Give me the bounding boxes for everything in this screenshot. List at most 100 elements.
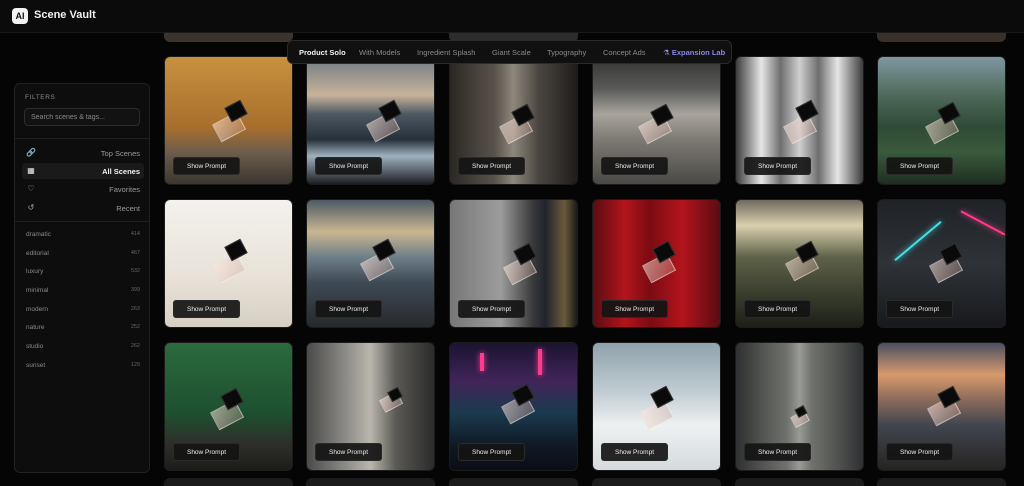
show-prompt-button[interactable]: Show Prompt xyxy=(173,157,240,175)
search-input[interactable] xyxy=(24,108,140,126)
scene-card[interactable]: Show Prompt xyxy=(592,56,721,185)
card-peek-top xyxy=(877,32,1006,42)
scene-card[interactable]: Show Prompt xyxy=(164,56,293,185)
show-prompt-button[interactable]: Show Prompt xyxy=(173,300,240,318)
card-peek-bottom xyxy=(164,478,293,486)
scene-card[interactable]: Show Prompt xyxy=(164,199,293,328)
tab-expansion-lab-label: Expansion Lab xyxy=(671,48,726,57)
tag-minimal[interactable]: minimal 399 xyxy=(26,285,140,297)
scene-card[interactable]: Show Prompt xyxy=(306,199,435,328)
tag-count: 414 xyxy=(130,231,140,237)
show-prompt-button[interactable]: Show Prompt xyxy=(601,157,668,175)
tab-concept-ads[interactable]: Concept Ads xyxy=(603,48,646,57)
filters-heading: FILTERS xyxy=(25,94,56,101)
tab-typography[interactable]: Typography xyxy=(547,48,586,57)
tag-name: editorial xyxy=(26,250,49,257)
scene-card[interactable]: Show Prompt xyxy=(735,342,864,471)
scene-card[interactable]: Show Prompt xyxy=(449,56,578,185)
scene-card[interactable]: Show Prompt xyxy=(877,56,1006,185)
tag-count: 129 xyxy=(130,362,140,368)
show-prompt-button[interactable]: Show Prompt xyxy=(886,157,953,175)
scene-card[interactable]: Show Prompt xyxy=(449,342,578,471)
tag-name: luxury xyxy=(26,268,44,275)
neon-light xyxy=(538,349,542,375)
show-prompt-button[interactable]: Show Prompt xyxy=(744,300,811,318)
heart-icon: ♡ xyxy=(27,184,35,193)
app-title: Scene Vault xyxy=(34,9,96,21)
tag-name: studio xyxy=(26,343,44,350)
card-peek-bottom xyxy=(877,478,1006,486)
tab-product-solo[interactable]: Product Solo xyxy=(299,48,346,57)
tag-sunset[interactable]: sunset 129 xyxy=(26,360,140,372)
tab-ingredient-splash[interactable]: Ingredient Splash xyxy=(417,48,475,57)
card-peek-top xyxy=(164,32,293,42)
fire-icon: 🔗 xyxy=(26,148,36,157)
tag-name: dramatic xyxy=(26,231,51,238)
tag-name: minimal xyxy=(26,287,49,294)
scene-card[interactable]: Show Prompt xyxy=(306,342,435,471)
show-prompt-button[interactable]: Show Prompt xyxy=(744,443,811,461)
tag-name: sunset xyxy=(26,362,46,369)
show-prompt-button[interactable]: Show Prompt xyxy=(886,300,953,318)
tag-name: nature xyxy=(26,324,45,331)
nav-recent[interactable]: ↺ Recent xyxy=(22,200,144,216)
tag-dramatic[interactable]: dramatic 414 xyxy=(26,229,140,241)
show-prompt-button[interactable]: Show Prompt xyxy=(315,300,382,318)
show-prompt-button[interactable]: Show Prompt xyxy=(458,300,525,318)
scene-card[interactable]: Show Prompt xyxy=(592,342,721,471)
nav-label: Recent xyxy=(116,204,140,213)
nav-label: All Scenes xyxy=(102,167,140,176)
nav-favorites[interactable]: ♡ Favorites xyxy=(22,181,144,197)
show-prompt-button[interactable]: Show Prompt xyxy=(458,157,525,175)
show-prompt-button[interactable]: Show Prompt xyxy=(886,443,953,461)
show-prompt-button[interactable]: Show Prompt xyxy=(601,300,668,318)
tag-luxury[interactable]: luxury 532 xyxy=(26,266,140,278)
show-prompt-button[interactable]: Show Prompt xyxy=(173,443,240,461)
tag-editorial[interactable]: editorial 467 xyxy=(26,248,140,260)
grid-icon: ▦ xyxy=(27,166,35,175)
show-prompt-button[interactable]: Show Prompt xyxy=(458,443,525,461)
show-prompt-button[interactable]: Show Prompt xyxy=(315,443,382,461)
tab-with-models[interactable]: With Models xyxy=(359,48,400,57)
show-prompt-button[interactable]: Show Prompt xyxy=(601,443,668,461)
tab-expansion-lab[interactable]: ⚗ Expansion Lab xyxy=(663,48,725,57)
divider xyxy=(15,138,149,139)
nav-label: Favorites xyxy=(109,185,140,194)
card-peek-bottom xyxy=(449,478,578,486)
show-prompt-button[interactable]: Show Prompt xyxy=(744,157,811,175)
tag-nature[interactable]: nature 252 xyxy=(26,322,140,334)
category-tabs: Product Solo With Models Ingredient Spla… xyxy=(287,40,732,64)
scene-card[interactable]: Show Prompt xyxy=(877,199,1006,328)
card-peek-bottom xyxy=(735,478,864,486)
scene-grid: Show Prompt Show Prompt Show Prompt Show… xyxy=(0,0,1024,486)
scene-card[interactable]: Show Prompt xyxy=(877,342,1006,471)
card-peek-bottom xyxy=(306,478,435,486)
app-logo[interactable]: AI xyxy=(12,8,28,24)
neon-light xyxy=(480,353,484,371)
nav-top-scenes[interactable]: 🔗 Top Scenes xyxy=(22,145,144,161)
tag-modern[interactable]: modern 263 xyxy=(26,304,140,316)
card-peek-bottom xyxy=(592,478,721,486)
scene-card[interactable]: Show Prompt xyxy=(306,56,435,185)
filters-sidebar: FILTERS 🔗 Top Scenes ▦ All Scenes ♡ Favo… xyxy=(14,83,150,473)
tag-count: 252 xyxy=(130,324,140,330)
tab-giant-scale[interactable]: Giant Scale xyxy=(492,48,531,57)
tag-count: 262 xyxy=(130,343,140,349)
tag-count: 532 xyxy=(130,268,140,274)
scene-card[interactable]: Show Prompt xyxy=(164,342,293,471)
scene-card[interactable]: Show Prompt xyxy=(592,199,721,328)
scene-card[interactable]: Show Prompt xyxy=(735,199,864,328)
scene-card[interactable]: Show Prompt xyxy=(735,56,864,185)
divider xyxy=(15,221,149,222)
tag-count: 467 xyxy=(130,250,140,256)
flask-icon: ⚗ xyxy=(663,48,670,57)
nav-all-scenes[interactable]: ▦ All Scenes xyxy=(22,163,144,179)
show-prompt-button[interactable]: Show Prompt xyxy=(315,157,382,175)
tag-count: 399 xyxy=(130,287,140,293)
history-icon: ↺ xyxy=(27,203,35,212)
nav-label: Top Scenes xyxy=(100,149,140,158)
tag-studio[interactable]: studio 262 xyxy=(26,341,140,353)
tag-name: modern xyxy=(26,306,49,313)
top-bar: AI Scene Vault xyxy=(0,0,1024,33)
scene-card[interactable]: Show Prompt xyxy=(449,199,578,328)
